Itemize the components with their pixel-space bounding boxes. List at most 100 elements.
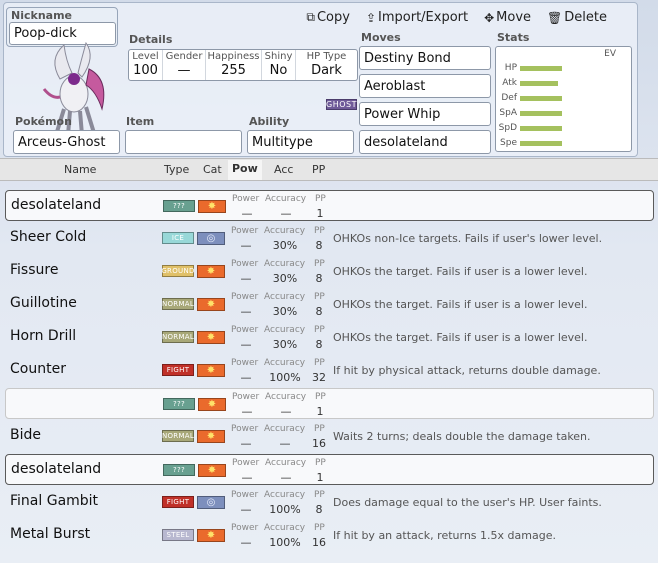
pp-value: 1 [316,471,324,484]
move-row[interactable]: ??? ✸ Power — Accuracy — PP 1 [5,388,654,419]
stat-label: Spe [500,138,517,148]
level-value: 100 [133,63,158,78]
pp-value: 8 [315,305,323,318]
move-name: desolateland [11,461,102,477]
pokemon-input[interactable]: Arceus-Ghost [13,130,120,154]
physical-category-icon: ✸ [197,430,225,443]
move-row[interactable]: desolateland??? ✸ Power — Accuracy — PP 1 [5,454,654,485]
power-value: — [241,471,253,484]
move-button[interactable]: ✥ Move [476,10,539,25]
moves-label: Moves [361,31,401,44]
accuracy-value: 30% [272,272,298,285]
power-value: — [240,239,252,252]
move-slot-3[interactable]: Power Whip [359,102,491,126]
move-row[interactable]: Guillotine NORMAL ✸ Power — Accuracy 30% PP 8 OHK… [5,289,654,320]
move-slot-4[interactable]: desolateland [359,130,491,154]
move-row[interactable]: Final Gambit FIGHT ◎ Power — Accuracy 100% PP 8 D… [5,487,654,518]
stat-row-spd: SpD [496,122,562,134]
pp-value: 8 [315,239,323,252]
type-badge: NORMAL [161,331,195,343]
type-badge: FIGHT [162,496,194,508]
upload-icon: ⇪ [365,10,377,25]
move-slot-1[interactable]: Destiny Bond [359,46,491,70]
item-input[interactable] [125,130,242,154]
gender-label: Gender [165,51,203,62]
stat-label: Atk [502,78,517,88]
power-value: — [240,437,252,450]
physical-category-icon: ✸ [197,298,225,311]
power-label: Power [231,259,259,269]
stat-bar [520,65,562,71]
item-label: Item [126,115,155,128]
details-box[interactable]: Level 100 Gender — Happiness 255 Shiny No HP… [128,49,358,81]
accuracy-label: Accuracy [264,424,306,434]
col-pp[interactable]: PP [312,163,325,176]
col-name[interactable]: Name [64,163,96,176]
pp-label: PP [314,424,325,434]
pp-value: 1 [316,405,324,418]
type-badge: NORMAL [161,430,195,442]
shiny-value: No [269,63,288,78]
stat-row-spa: SpA [496,107,562,119]
power-value: — [240,272,252,285]
col-type[interactable]: Type [164,163,189,176]
move-name: Metal Burst [10,526,91,542]
level-label: Level [132,51,159,62]
accuracy-value: 100% [269,371,301,384]
type-badge: ??? [163,398,195,410]
pp-label: PP [314,358,325,368]
physical-category-icon: ✸ [198,200,226,213]
stat-row-hp: HP [496,62,562,74]
copy-button[interactable]: ⧉ Copy [298,10,358,25]
power-value: — [240,503,252,516]
move-description: Does damage equal to the user's HP. User… [333,496,602,509]
ev-label: EV [604,49,616,59]
happiness-value: 255 [221,63,246,78]
move-name: Horn Drill [10,328,77,344]
stat-row-atk: Atk [496,77,558,89]
ability-input[interactable]: Multitype [247,130,354,154]
import-export-button[interactable]: ⇪ Import/Export [358,10,476,25]
move-row[interactable]: Horn Drill NORMAL ✸ Power — Accuracy 30% PP 8 OHK… [5,322,654,353]
stats-box[interactable]: EV HP Atk Def SpA SpD Spe [495,46,632,152]
level-cell: Level 100 [129,50,163,80]
accuracy-label: Accuracy [264,226,306,236]
col-pow[interactable]: Pow [228,160,262,180]
hptype-label: HP Type [306,51,347,62]
accuracy-value: 100% [269,536,301,549]
accuracy-label: Accuracy [265,194,307,204]
power-label: Power [231,226,259,236]
details-label: Details [129,33,173,46]
col-acc[interactable]: Acc [274,163,293,176]
power-label: Power [231,523,259,533]
power-label: Power [232,458,260,468]
move-row[interactable]: desolateland??? ✸ Power — Accuracy — PP 1 [5,190,654,221]
nickname-label: Nickname [11,9,72,22]
move-name: desolateland [11,197,102,213]
move-row[interactable]: Metal Burst STEEL ✸ Power — Accuracy 100% PP 16 I… [5,520,654,551]
physical-category-icon: ✸ [197,529,225,542]
stat-bar [520,110,562,116]
pp-label: PP [315,458,326,468]
power-value: — [240,305,252,318]
stat-label: Def [501,93,517,103]
special-category-icon: ◎ [197,232,225,245]
hptype-cell: HP Type Dark [296,50,357,80]
move-row[interactable]: Sheer Cold ICE ◎ Power — Accuracy 30% PP 8 OHKOs … [5,223,654,254]
move-name: Counter [10,361,66,377]
stat-row-def: Def [496,92,562,104]
move-name: Guillotine [10,295,77,311]
ability-label: Ability [249,115,290,128]
move-row[interactable]: Counter FIGHT ✸ Power — Accuracy 100% PP 32 If hi… [5,355,654,386]
stat-row-spe: Spe [496,137,562,149]
move-slot-2[interactable]: Aeroblast [359,74,491,98]
pp-value: 8 [315,503,323,516]
physical-category-icon: ✸ [198,398,226,411]
move-row[interactable]: Fissure GROUND ✸ Power — Accuracy 30% PP 8 OHKOs … [5,256,654,287]
power-value: — [240,536,252,549]
delete-button[interactable]: 🗑 Delete [539,10,615,25]
col-cat[interactable]: Cat [203,163,222,176]
move-row[interactable]: Bide NORMAL ✸ Power — Accuracy — PP 16 Waits 2 tu… [5,421,654,452]
move-description: If hit by an attack, returns 1.5x damage… [333,529,556,542]
physical-category-icon: ✸ [197,364,225,377]
